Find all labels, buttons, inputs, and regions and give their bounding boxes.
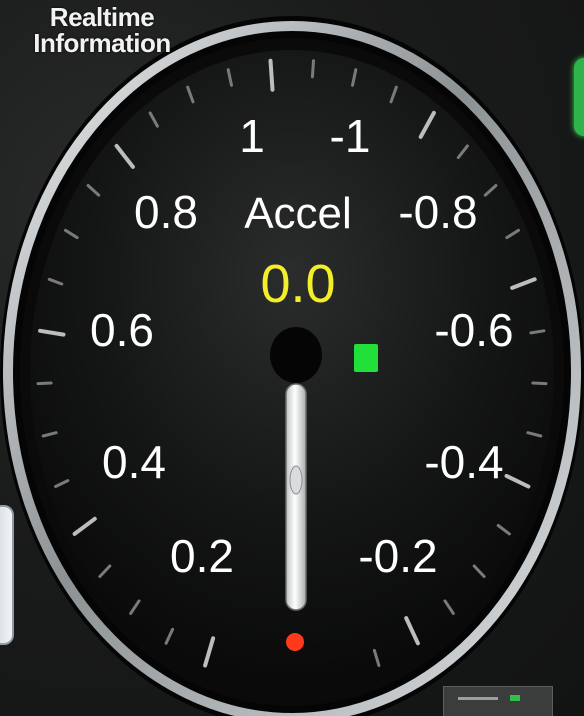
gauge-title: Accel: [244, 189, 352, 238]
tick-label-left-0-8: 0.8: [134, 186, 198, 238]
tick-label-left-0-4: 0.4: [102, 436, 166, 488]
accel-gauge: 1 0.8 0.6 0.4 0.2 -1 -0.8 -0.6 -0.4 -0.2…: [0, 16, 584, 716]
needle-body: [285, 383, 307, 611]
tick-label-right-0-2: -0.2: [358, 530, 437, 582]
tick-label-right-0-6: -0.6: [434, 304, 513, 356]
gauge-value: 0.0: [260, 254, 335, 314]
tick-label-right-0-4: -0.4: [424, 436, 503, 488]
gauge-tick: [529, 329, 546, 335]
needle-tip-marker: [289, 465, 303, 495]
tick-label-left-0-2: 0.2: [170, 530, 234, 582]
status-indicator-icon: [354, 344, 378, 372]
tick-label-left-0-6: 0.6: [90, 304, 154, 356]
gauge-hub: [270, 327, 322, 383]
tick-label-left-1: 1: [239, 110, 265, 162]
dashboard-screen: Realtime Information 1 0.8 0.6 0.4 0.2 -…: [0, 0, 584, 716]
gauge-needle: [285, 383, 307, 611]
tick-label-right-0-8: -0.8: [398, 186, 477, 238]
warning-dot-icon: [286, 633, 304, 651]
gauge-tick: [268, 58, 275, 92]
gauge-tick: [36, 381, 53, 386]
gauge-tick: [531, 381, 548, 386]
gauge-tick: [310, 59, 315, 79]
realtime-information-title: Realtime Information: [33, 2, 171, 58]
tick-label-right-1: -1: [330, 110, 371, 162]
